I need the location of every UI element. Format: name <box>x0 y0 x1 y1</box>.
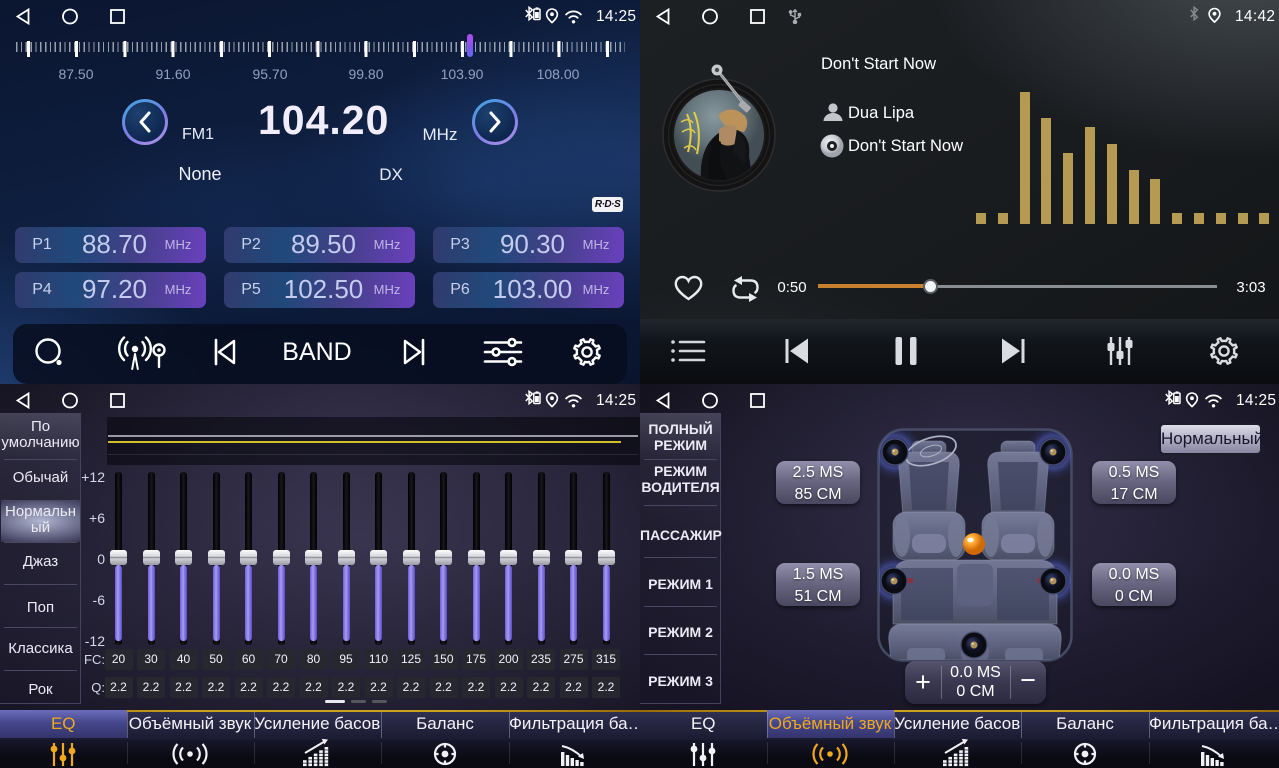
svg-text:BAND: BAND <box>282 338 351 366</box>
